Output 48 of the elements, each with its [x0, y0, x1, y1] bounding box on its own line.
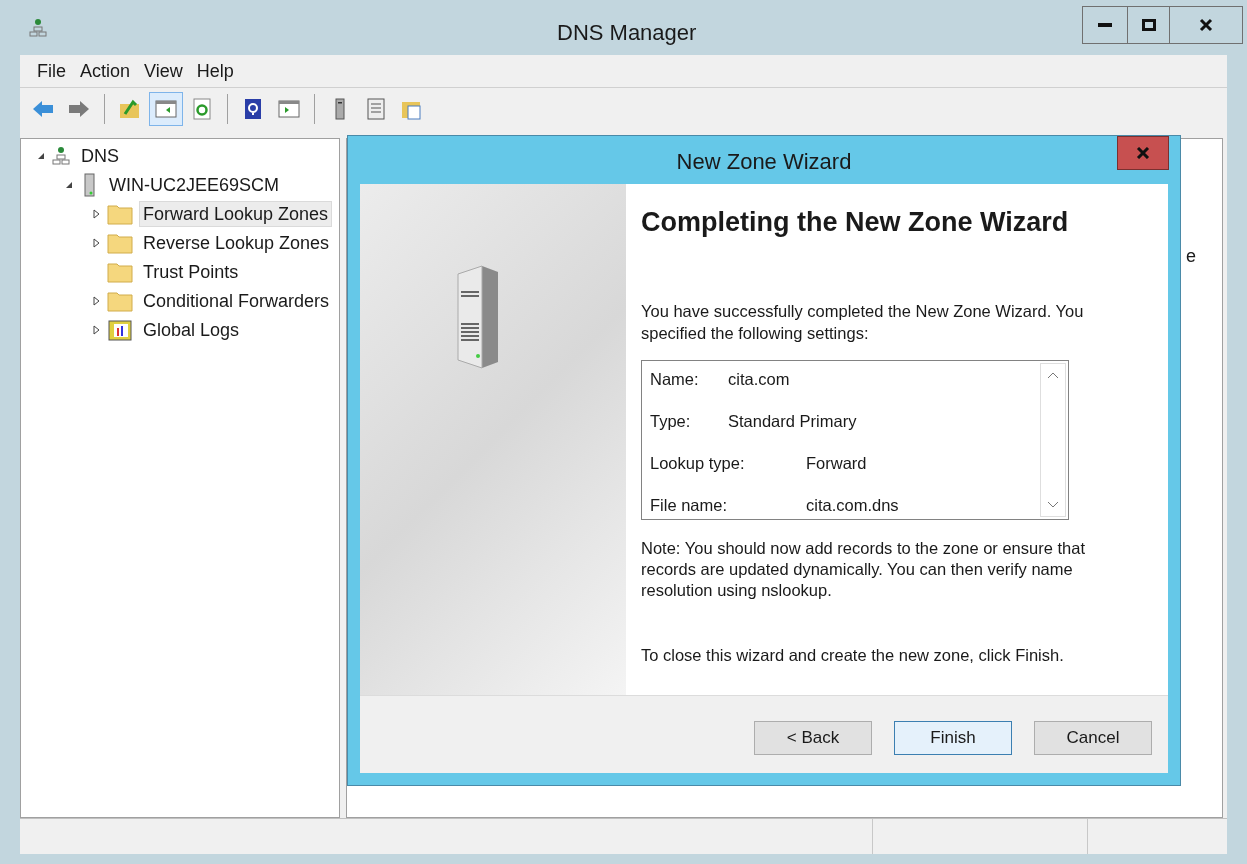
dialog-button[interactable]: Finish [894, 720, 1012, 755]
note-text: Note: You should now add records to the zone or ensure that records are updated dynamically. You can then verify name resolution using nslookup. [641, 537, 1086, 601]
setting-value: cita.com [728, 368, 790, 390]
expand-icon[interactable] [93, 295, 101, 306]
setting-label: Name: [650, 368, 700, 390]
folder-icon [107, 231, 133, 254]
intro-text: You have successfully completed the New Zone Wizard. You specified the following settings: [641, 300, 1085, 344]
minimize-icon [1098, 23, 1112, 27]
tree-item[interactable]: Forward Lookup Zones [139, 200, 333, 227]
server-tower-icon [456, 264, 500, 370]
setting-value: cita.com.dns [806, 494, 899, 516]
folder-icon [107, 202, 133, 225]
tree-item[interactable]: DNS [77, 142, 123, 169]
tree-item[interactable]: Global Logs [139, 316, 244, 343]
expand-icon[interactable] [93, 324, 101, 335]
closing-text: To close this wizard and create the new zone, click Finish. [641, 644, 1065, 666]
menu-item[interactable]: Help [191, 57, 239, 85]
tree-item[interactable]: WIN-UC2JEE69SCM [105, 171, 284, 198]
expand-icon[interactable] [93, 208, 101, 219]
tree-item[interactable]: Conditional Forwarders [139, 287, 334, 314]
close-icon [1199, 18, 1213, 32]
dialog-title: New Zone Wizard [676, 147, 852, 176]
menu-item[interactable]: Action [75, 57, 136, 85]
expand-icon[interactable] [93, 237, 101, 248]
setting-label: Type: [650, 410, 692, 432]
setting-label: File name: [650, 494, 729, 516]
pane-text: e [1186, 245, 1196, 268]
tree-item[interactable]: Reverse Lookup Zones [139, 229, 334, 256]
network-icon [51, 145, 71, 166]
setting-value: Standard Primary [728, 410, 857, 432]
wizard-heading: Completing the New Zone Wizard [641, 206, 1070, 239]
setting-value: Forward [806, 452, 867, 474]
folder-icon [107, 289, 133, 312]
dialog-close-button[interactable] [1117, 136, 1169, 170]
collapse-icon[interactable] [37, 151, 45, 160]
collapse-icon[interactable] [65, 180, 73, 189]
dialog-button[interactable]: Cancel [1034, 720, 1152, 755]
close-icon [1136, 147, 1150, 159]
folder-icon [107, 260, 133, 283]
menu-item[interactable]: View [139, 57, 188, 85]
maximize-icon [1141, 19, 1156, 31]
log-book-icon [107, 318, 133, 341]
tree-item[interactable]: Trust Points [139, 258, 243, 285]
menu-item[interactable]: File [32, 57, 71, 85]
network-icon [28, 17, 48, 38]
dialog-button[interactable]: < Back [754, 720, 872, 755]
window-title: DNS Manager [557, 19, 697, 47]
setting-label: Lookup type: [650, 452, 746, 474]
